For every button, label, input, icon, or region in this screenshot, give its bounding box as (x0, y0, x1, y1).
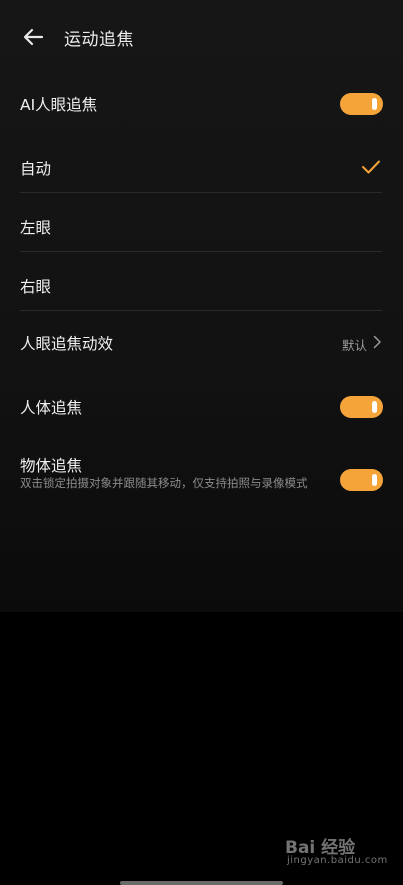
watermark-url: jingyan.baidu.com (287, 855, 388, 866)
chevron-right-icon (373, 335, 381, 349)
home-indicator[interactable] (120, 881, 283, 885)
eye-option-left[interactable]: 左眼 (0, 204, 403, 250)
body-tracking-toggle[interactable] (340, 396, 383, 418)
object-tracking-label: 物体追焦 (20, 457, 83, 475)
toggle-knob (372, 98, 377, 110)
ai-eye-tracking-toggle[interactable] (340, 93, 383, 115)
ai-eye-tracking-row[interactable]: AI人眼追焦 (0, 85, 403, 123)
page-title: 运动追焦 (64, 30, 134, 50)
eye-effect-label: 人眼追焦动效 (20, 335, 114, 353)
check-icon (362, 160, 380, 174)
object-tracking-description: 双击锁定拍摄对象并跟随其移动，仅支持拍照与录像模式 (20, 476, 308, 490)
eye-effect-row[interactable]: 人眼追焦动效 默认 (0, 322, 403, 362)
eye-option-label: 右眼 (20, 278, 52, 296)
eye-option-label: 左眼 (20, 219, 52, 237)
baidu-jingyan-watermark: Bai 经验 jingyan.baidu.com (285, 833, 387, 873)
object-tracking-row[interactable]: 物体追焦 双击锁定拍摄对象并跟随其移动，仅支持拍照与录像模式 (0, 448, 403, 512)
divider (20, 310, 382, 311)
eye-option-label: 自动 (20, 160, 52, 178)
body-tracking-row[interactable]: 人体追焦 (0, 388, 403, 426)
eye-option-right[interactable]: 右眼 (0, 263, 403, 309)
toggle-knob (372, 401, 377, 413)
ai-eye-tracking-label: AI人眼追焦 (20, 96, 98, 114)
body-tracking-label: 人体追焦 (20, 399, 83, 417)
divider (20, 251, 382, 252)
toggle-knob (372, 474, 377, 486)
back-arrow-icon[interactable] (20, 24, 46, 50)
object-tracking-toggle[interactable] (340, 469, 383, 491)
header: 运动追焦 (0, 18, 403, 56)
eye-effect-value: 默认 (341, 338, 367, 353)
divider (20, 192, 382, 193)
eye-option-auto[interactable]: 自动 (0, 145, 403, 191)
